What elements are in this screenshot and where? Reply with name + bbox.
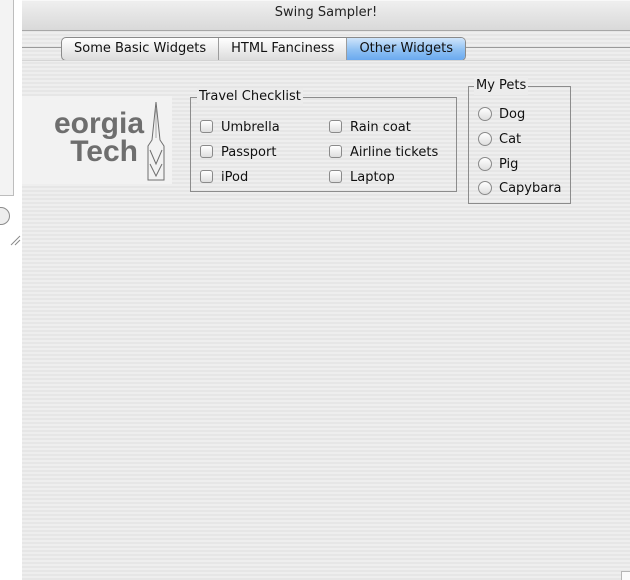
checkbox-box[interactable] [200,145,213,158]
checkbox-box[interactable] [329,120,342,133]
georgia-tech-logo: eorgia Tech [22,96,172,184]
window-titlebar[interactable]: Swing Sampler! [22,0,630,31]
radio-button[interactable] [478,107,492,121]
background-scrollbar[interactable] [0,0,14,196]
checkbox-rain-coat[interactable]: Rain coat [329,120,411,136]
tab-bar: Some Basic Widgets HTML Fanciness Other … [61,37,467,61]
checkbox-ipod[interactable]: iPod [200,170,248,186]
resize-grip-icon[interactable] [9,234,21,246]
my-pets-group: My Pets Dog Cat Pig Capybara [468,77,571,204]
radio-capybara[interactable]: Capybara [478,181,562,197]
my-pets-title: My Pets [474,77,529,95]
travel-checklist-title: Travel Checklist [197,88,303,106]
logo-text-line1: eorgia [53,107,144,140]
radio-button[interactable] [478,132,492,146]
checkbox-label: Airline tickets [350,145,439,160]
checkbox-laptop[interactable]: Laptop [329,170,395,186]
checkbox-box[interactable] [329,170,342,183]
radio-label: Capybara [499,181,562,196]
campanile-icon [147,102,165,181]
checkbox-umbrella[interactable]: Umbrella [200,120,280,136]
logo-text: eorgia Tech [22,107,144,168]
radio-label: Dog [499,107,526,122]
radio-pig[interactable]: Pig [478,157,518,173]
window-title: Swing Sampler! [274,5,378,20]
checkbox-box[interactable] [329,145,342,158]
checkbox-label: iPod [221,170,249,185]
background-window-edge [0,0,22,580]
radio-button[interactable] [478,181,492,195]
checkbox-box[interactable] [200,170,213,183]
radio-cat[interactable]: Cat [478,132,521,148]
checkbox-label: Rain coat [350,120,411,135]
logo-text-line2: Tech [70,135,138,168]
swing-sampler-window: Swing Sampler! Some Basic Widgets HTML F… [22,0,630,580]
checkbox-passport[interactable]: Passport [200,145,276,161]
checkbox-label: Passport [221,145,277,160]
radio-button[interactable] [478,157,492,171]
tab-some-basic-widgets[interactable]: Some Basic Widgets [62,38,220,60]
window-corner [621,571,630,580]
checkbox-airline-tickets[interactable]: Airline tickets [329,145,438,161]
background-knob[interactable] [0,207,10,225]
checkbox-box[interactable] [200,120,213,133]
travel-checklist-group: Travel Checklist Umbrella Passport iPod … [190,88,457,192]
content-top-edge [22,60,630,61]
checkbox-label: Laptop [350,170,395,185]
tab-other-widgets[interactable]: Other Widgets [347,38,466,60]
checkbox-label: Umbrella [221,120,280,135]
radio-dog[interactable]: Dog [478,107,525,123]
radio-label: Pig [499,157,519,172]
radio-label: Cat [499,132,522,147]
tab-html-fanciness[interactable]: HTML Fanciness [219,38,348,60]
